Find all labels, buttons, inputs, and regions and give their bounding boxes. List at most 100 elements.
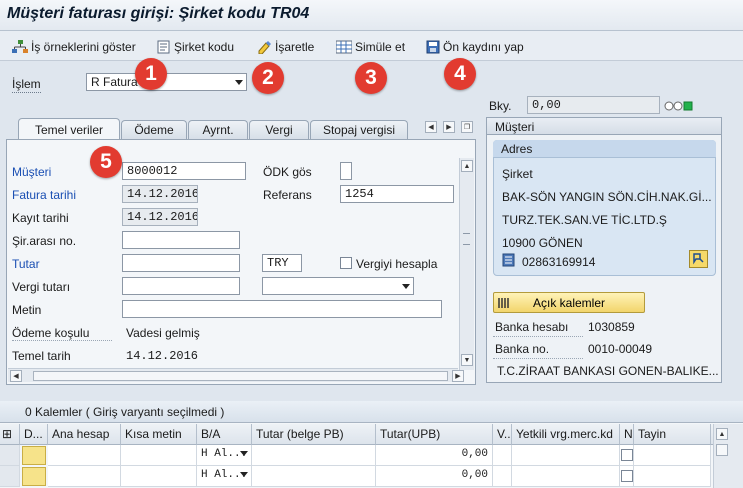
n-checkbox[interactable] (621, 470, 633, 482)
reference-input[interactable]: 1254 (340, 185, 454, 203)
calculate-tax-checkbox[interactable] (340, 257, 352, 269)
baseline-date-value: 14.12.2016 (126, 349, 199, 363)
assignment-cell[interactable] (634, 466, 711, 487)
company-code-button[interactable]: Şirket kodu (157, 38, 234, 56)
debit-credit-select[interactable]: H Al... (197, 445, 252, 466)
n-checkbox[interactable] (621, 449, 633, 461)
text-label: Metin (12, 303, 42, 317)
scroll-down-icon[interactable]: ▼ (461, 354, 473, 366)
scroll-left-icon[interactable]: ◀ (10, 370, 22, 382)
column-header-assignment[interactable]: Tayin (634, 424, 711, 445)
reference-label: Referans (263, 188, 312, 202)
show-examples-button[interactable]: İş örneklerini göster (12, 38, 136, 56)
tab-scroll-right-icon[interactable]: ▶ (443, 121, 455, 133)
column-header-debit-credit[interactable]: B/A (197, 424, 252, 445)
bank-account-label: Banka hesabı (495, 320, 569, 334)
column-header-amount-local[interactable]: Tutar(UPB) (376, 424, 493, 445)
cross-company-label: Şir.arası no. (12, 234, 77, 248)
scroll-thumb[interactable] (33, 371, 448, 381)
mark-button[interactable]: İşaretle (257, 38, 314, 56)
tax-jurisdiction-cell[interactable] (512, 445, 620, 466)
column-header-gl-account[interactable]: Ana hesap (48, 424, 121, 445)
amount-input[interactable] (122, 254, 240, 272)
debit-credit-select[interactable]: H Al... (197, 466, 252, 487)
calculate-tax-label: Vergiyi hesapla (356, 257, 438, 271)
tab-tax[interactable]: Vergi (249, 120, 309, 139)
invoice-date-label: Fatura tarihi (12, 188, 77, 202)
column-header-n[interactable]: N (620, 424, 634, 445)
step-marker-4: 4 (444, 58, 476, 90)
balance-label: Bky. (489, 99, 512, 113)
tax-jurisdiction-cell[interactable] (512, 466, 620, 487)
form-horizontal-scrollbar[interactable]: ◀ ▶ (8, 368, 464, 382)
company-code-label: Şirket kodu (174, 40, 235, 54)
row-selector[interactable] (0, 466, 20, 487)
tab-basic-data[interactable]: Temel veriler (18, 118, 120, 140)
customer-input[interactable]: 8000012 (122, 162, 246, 180)
amount-doc-cell[interactable] (252, 466, 376, 487)
tax-amount-label: Vergi tutarı (12, 280, 71, 294)
tab-withholding-tax[interactable]: Stopaj vergisi (310, 120, 408, 139)
balance-field: 0,00 (527, 96, 660, 114)
tab-scroll-left-icon[interactable]: ◀ (425, 121, 437, 133)
invoice-date-input[interactable]: 14.12.2016 (122, 185, 198, 203)
v-cell[interactable] (493, 466, 512, 487)
park-document-button[interactable]: Ön kaydını yap (426, 38, 524, 56)
simulate-grid-icon (336, 40, 352, 54)
tax-amount-input[interactable] (122, 277, 240, 295)
step-marker-1: 1 (135, 58, 167, 90)
cross-company-input[interactable] (122, 231, 240, 249)
currency-input[interactable]: TRY (262, 254, 302, 272)
park-document-label: Ön kaydını yap (443, 40, 524, 54)
form-vertical-scrollbar[interactable]: ▲ ▼ (459, 158, 474, 370)
simulate-button[interactable]: Simüle et (336, 38, 405, 56)
amount-local-cell[interactable]: 0,00 (376, 445, 493, 466)
show-examples-label: İş örneklerini göster (31, 40, 136, 54)
tab-list-icon[interactable]: ❐ (461, 121, 473, 133)
highlight-pen-icon (258, 41, 271, 54)
items-grid-title: 0 Kalemler ( Giriş varyantı seçilmedi ) (0, 401, 743, 423)
assignment-cell[interactable] (634, 445, 711, 466)
scroll-up-icon[interactable]: ▲ (461, 160, 473, 172)
open-items-button[interactable]: Açık kalemler (493, 292, 645, 313)
v-cell[interactable] (493, 445, 512, 466)
customer-panel-title: Müşteri (486, 117, 722, 135)
n-cell[interactable] (620, 466, 634, 487)
tab-details[interactable]: Ayrnt. (188, 120, 248, 139)
application-toolbar: İş örneklerini göster Şirket kodu İşaret… (0, 31, 743, 61)
address-title: Adres (493, 140, 716, 158)
gl-account-cell[interactable] (48, 466, 121, 487)
short-text-cell[interactable] (121, 445, 197, 466)
row-d-cell[interactable] (22, 467, 46, 486)
amount-local-cell[interactable]: 0,00 (376, 466, 493, 487)
gl-account-cell[interactable] (48, 445, 121, 466)
text-input[interactable] (122, 300, 442, 318)
column-header-short-text[interactable]: Kısa metin (121, 424, 197, 445)
step-marker-5: 5 (90, 146, 122, 178)
amount-doc-cell[interactable] (252, 445, 376, 466)
column-header-tax-jurisdiction[interactable]: Yetkili vrg.merc.kd (512, 424, 620, 445)
odk-input[interactable] (340, 162, 352, 180)
grid-settings-icon[interactable]: ⊞ (0, 424, 20, 445)
scroll-right-icon[interactable]: ▶ (452, 370, 464, 382)
short-text-cell[interactable] (121, 466, 197, 487)
column-header-d[interactable]: D... (20, 424, 48, 445)
customer-label: Müşteri (12, 165, 52, 179)
row-d-cell[interactable] (22, 446, 46, 465)
transaction-value: R Fatura (91, 75, 138, 89)
row-selector[interactable] (0, 445, 20, 466)
edit-address-button[interactable] (689, 250, 708, 268)
address-line-3: TURZ.TEK.SAN.VE TİC.LTD.Ş (502, 213, 667, 227)
address-line-4: 10900 GÖNEN (502, 236, 583, 250)
tax-code-select[interactable] (262, 277, 414, 295)
address-line-1: Şirket (502, 167, 533, 181)
chevron-down-icon (235, 80, 243, 85)
posting-date-input[interactable]: 14.12.2016 (122, 208, 198, 226)
scroll-thumb[interactable] (716, 444, 728, 456)
scroll-up-icon[interactable]: ▲ (716, 428, 728, 440)
tab-payment[interactable]: Ödeme (121, 120, 187, 139)
grid-vertical-scrollbar[interactable]: ▲ (713, 424, 743, 488)
n-cell[interactable] (620, 445, 634, 466)
column-header-v[interactable]: V.. (493, 424, 512, 445)
column-header-amount-doc[interactable]: Tutar (belge PB) (252, 424, 376, 445)
